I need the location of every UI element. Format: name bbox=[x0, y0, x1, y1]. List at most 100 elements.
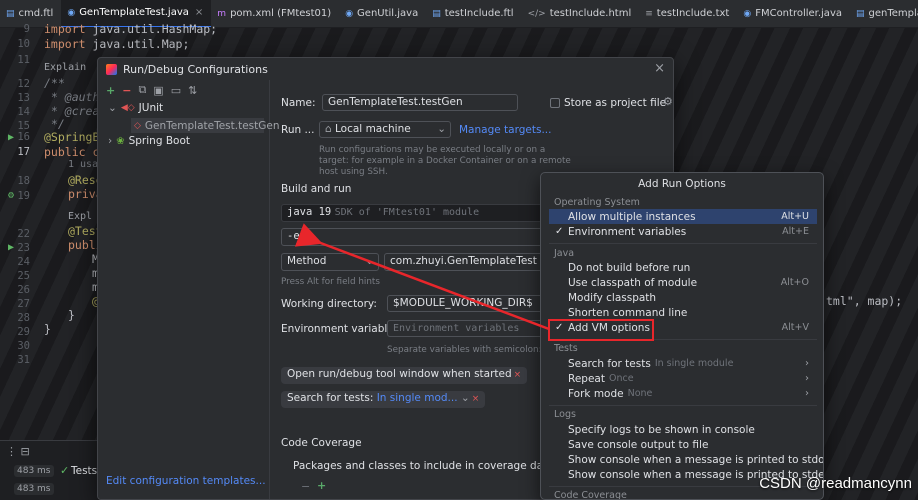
store-as-project-file-label: Store as project file bbox=[564, 97, 667, 109]
ftl-file-icon: ▤ bbox=[432, 8, 441, 19]
option-fork-mode[interactable]: Fork mode None › bbox=[549, 386, 817, 401]
name-label: Name: bbox=[281, 97, 316, 109]
run-tool-window: ⋮ ⊟ 483 ms 483 ms ✓ Tests bbox=[0, 440, 100, 500]
search-for-tests-chip[interactable]: Search for tests: In single mod... ⌄ × bbox=[281, 391, 486, 408]
code-line[interactable]: import java.util.Map; bbox=[44, 37, 189, 51]
explain-hint[interactable]: Explain bbox=[44, 62, 86, 73]
option-modify-classpath[interactable]: Modify classpath bbox=[549, 290, 817, 305]
chevron-down-icon[interactable]: ⌄ bbox=[108, 102, 117, 114]
ftl-file-icon: ▤ bbox=[6, 8, 15, 19]
java-class-icon: ◉ bbox=[345, 8, 354, 19]
tab-testinclude-txt[interactable]: ≡ testInclude.txt bbox=[639, 0, 737, 27]
chevron-right-icon: › bbox=[805, 373, 809, 384]
tab-pom-xml[interactable]: m pom.xml (FMtest01) bbox=[211, 0, 339, 27]
add-icon[interactable]: + bbox=[106, 84, 115, 97]
html-file-icon: </> bbox=[527, 8, 546, 19]
tab-genutil-java[interactable]: ◉ GenUtil.java bbox=[339, 0, 426, 27]
run-on-select[interactable]: ⌂ Local machine ⌄ bbox=[319, 121, 451, 138]
code-line[interactable]: import java.util.HashMap; bbox=[44, 22, 217, 36]
code-line[interactable]: } bbox=[44, 322, 51, 336]
line-number: 19 bbox=[17, 190, 30, 202]
run-gutter-icon[interactable]: ▶ bbox=[8, 132, 14, 143]
vm-options-input[interactable]: -ea bbox=[281, 228, 551, 246]
code-line-fragment[interactable]: tml", map); bbox=[826, 294, 902, 308]
class-input[interactable]: com.zhuyi.GenTemplateTest bbox=[384, 253, 551, 271]
code-line[interactable]: } bbox=[68, 308, 75, 322]
close-icon[interactable]: × bbox=[654, 61, 665, 76]
separator bbox=[549, 243, 817, 244]
maven-icon: m bbox=[217, 8, 227, 19]
spring-boot-icon: ❀ bbox=[116, 135, 125, 147]
option-do-not-build[interactable]: Do not build before run bbox=[549, 260, 817, 275]
settings-icon[interactable]: ⚙ bbox=[663, 95, 673, 108]
line-number: 16 bbox=[17, 131, 30, 143]
tab-testinclude-ftl[interactable]: ▤ testInclude.ftl bbox=[426, 0, 521, 27]
name-input[interactable]: GenTemplateTest.testGen bbox=[322, 94, 518, 111]
tree-node-junit[interactable]: ⌄ ◀◇ JUnit bbox=[108, 102, 163, 114]
test-duration: 483 ms bbox=[14, 483, 54, 495]
store-as-project-file-checkbox[interactable] bbox=[550, 98, 560, 108]
save-icon[interactable]: ▣ bbox=[153, 84, 163, 97]
line-number: 25 bbox=[17, 270, 30, 282]
tab-gentemplate-ftl[interactable]: ▤genTemplate.ftl bbox=[850, 0, 918, 27]
junit-config-icon: ◇ bbox=[134, 120, 141, 131]
code-coverage-header: Code Coverage bbox=[281, 437, 362, 449]
run-on-label: Run ... bbox=[281, 124, 315, 136]
line-number: 30 bbox=[17, 340, 30, 352]
line-number: 31 bbox=[17, 354, 30, 366]
option-shorten-command-line[interactable]: Shorten command line bbox=[549, 305, 817, 320]
group-operating-system: Operating System bbox=[554, 197, 640, 208]
tree-node-spring-boot[interactable]: › ❀ Spring Boot bbox=[108, 135, 190, 147]
tree-node-gentemplatetest[interactable]: ◇ GenTemplateTest.testGen bbox=[131, 118, 280, 133]
open-tool-window-chip[interactable]: Open run/debug tool window when started × bbox=[281, 367, 528, 384]
option-search-for-tests[interactable]: Search for tests In single module › bbox=[549, 356, 817, 371]
working-directory-input[interactable]: $MODULE_WORKING_DIR$ bbox=[387, 295, 551, 312]
dialog-title-bar[interactable]: Run/Debug Configurations bbox=[98, 58, 673, 80]
chevron-right-icon[interactable]: › bbox=[108, 135, 112, 147]
chevron-down-icon: ⌄ bbox=[460, 392, 470, 404]
remove-chip-icon[interactable]: × bbox=[514, 370, 522, 380]
csdn-watermark: CSDN @readmancynn bbox=[759, 475, 912, 492]
line-number: 12 bbox=[17, 78, 30, 90]
remove-icon[interactable]: − bbox=[122, 84, 131, 97]
line-number: 11 bbox=[17, 54, 30, 66]
chevron-right-icon: › bbox=[805, 358, 809, 369]
close-icon[interactable]: × bbox=[195, 7, 203, 18]
environment-variables-input[interactable]: Environment variables bbox=[387, 320, 551, 337]
tool-window-icons[interactable]: ⋮ ⊟ bbox=[6, 445, 30, 458]
bean-gutter-icon[interactable]: ⚙ bbox=[8, 190, 14, 201]
line-number: 14 bbox=[17, 106, 30, 118]
edit-configuration-templates-link[interactable]: Edit configuration templates... bbox=[106, 475, 266, 487]
code-line[interactable]: */ bbox=[44, 117, 65, 131]
line-number: 22 bbox=[17, 228, 30, 240]
option-use-classpath[interactable]: Use classpath of module Alt+O bbox=[549, 275, 817, 290]
chevron-down-icon: ⌄ bbox=[365, 255, 374, 267]
manage-targets-link[interactable]: Manage targets... bbox=[459, 124, 551, 136]
configurations-tree-pane: + − ⧉ ▣ ▭ ⇅ ⌄ ◀◇ JUnit ◇ GenTemplateTest… bbox=[98, 80, 280, 499]
tab-testinclude-html[interactable]: </> testInclude.html bbox=[522, 0, 640, 27]
tab-fmcontroller-java[interactable]: ◉ FMController.java bbox=[737, 0, 850, 27]
remove-icon[interactable]: − bbox=[301, 480, 310, 493]
field-hints-hint: Press Alt for field hints bbox=[281, 277, 380, 287]
copy-icon[interactable]: ⧉ bbox=[138, 83, 146, 97]
remove-chip-icon[interactable]: × bbox=[472, 394, 480, 404]
option-specify-logs[interactable]: Specify logs to be shown in console bbox=[549, 422, 817, 437]
jre-select[interactable]: java 19 SDK of 'FMtest01' module bbox=[281, 204, 551, 222]
line-number: 26 bbox=[17, 284, 30, 296]
add-icon[interactable]: + bbox=[317, 479, 326, 492]
line-number: 18 bbox=[17, 175, 30, 187]
sort-icon[interactable]: ⇅ bbox=[188, 84, 197, 97]
option-allow-multiple-instances[interactable]: Allow multiple instances Alt+U bbox=[549, 209, 817, 224]
option-repeat[interactable]: Repeat Once › bbox=[549, 371, 817, 386]
group-logs: Logs bbox=[554, 409, 576, 420]
option-save-console-output[interactable]: Save console output to file bbox=[549, 437, 817, 452]
tests-label: Tests bbox=[71, 465, 98, 477]
explain-hint[interactable]: Expl bbox=[68, 211, 92, 222]
test-kind-select[interactable]: Method ⌄ bbox=[281, 253, 379, 271]
run-gutter-icon[interactable]: ▶ bbox=[8, 242, 14, 253]
folder-icon[interactable]: ▭ bbox=[171, 84, 181, 97]
option-environment-variables[interactable]: ✓ Environment variables Alt+E bbox=[549, 224, 817, 239]
text-file-icon: ≡ bbox=[645, 8, 653, 19]
option-show-console-stdout[interactable]: Show console when a message is printed t… bbox=[549, 452, 823, 467]
code-line[interactable]: /** bbox=[44, 76, 65, 90]
